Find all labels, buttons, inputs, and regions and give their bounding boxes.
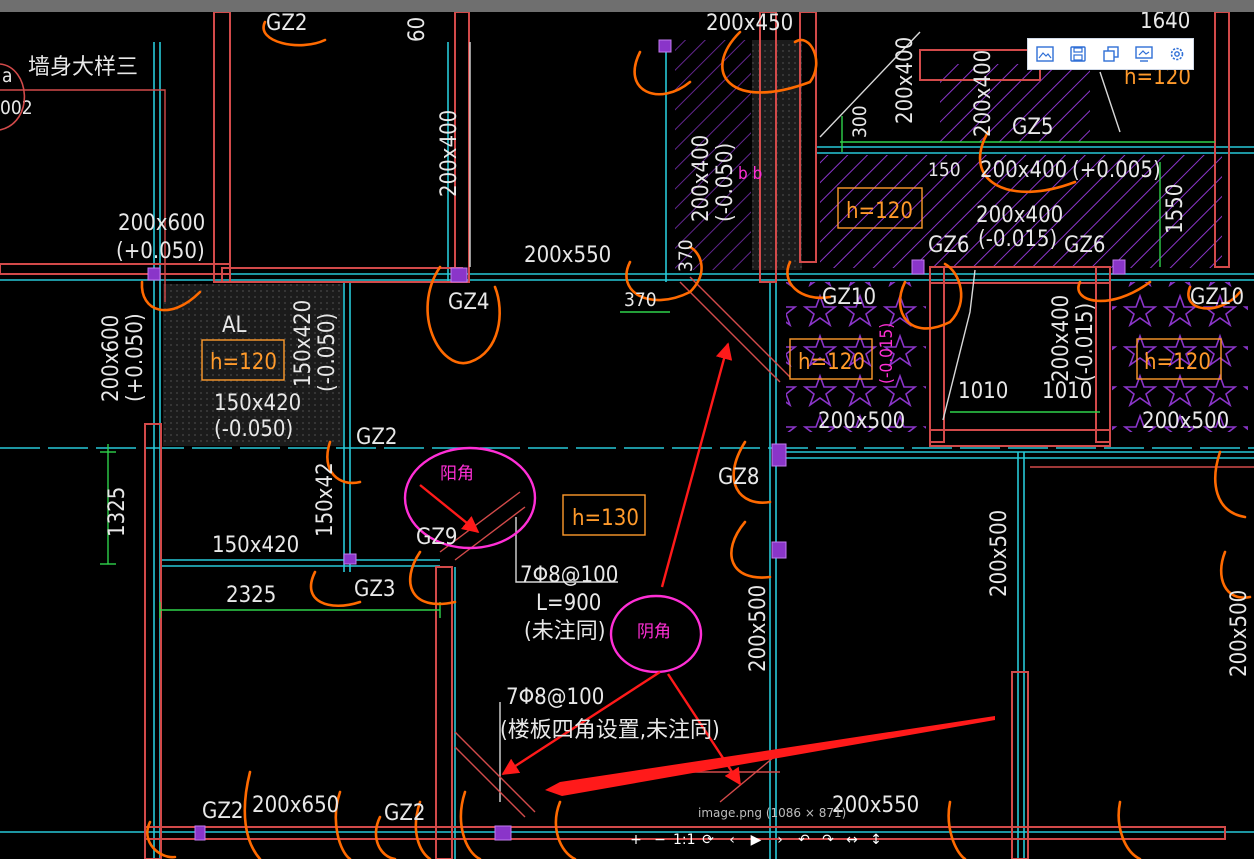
rebar-note: (楼板四角设置,未注同) [500,718,720,743]
beam-label: 200x450 [706,12,793,36]
cad-drawing: 墙身大样三 a 002 GZ2 200x600 (+0.050) 200x600… [0,12,1254,859]
dimension-label: 370 [675,239,697,272]
slab-label: h=120 [1144,350,1211,375]
beam-label: 200x500 [818,409,905,434]
dimension-label: 2325 [226,583,276,608]
column-label: GZ10 [822,285,876,310]
copy-icon[interactable] [1100,43,1122,65]
red-outline [0,89,166,302]
beam-label: 200x400 [689,135,714,222]
slab-label: h=120 [798,350,865,375]
beam-elevation: (+0.050) [116,239,205,264]
slab-label: h=120 [846,199,913,224]
dimension-label: 1010 [1042,379,1092,404]
beam-label: 150x420 [214,391,301,416]
actual-size-button[interactable]: 1:1 [673,832,696,848]
viewer-controls: + − 1:1 ⟳ ‹ ▶ › ↶ ↷ ↔ ↕ [625,826,915,854]
flip-vertical-button[interactable]: ↕ [865,832,887,848]
label-al: AL [222,313,247,338]
column-label: GZ10 [1190,285,1244,310]
beam-label: 200x500 [1227,590,1252,677]
beam-elevation: (-0.050) [315,313,340,392]
dimension-label: 370 [624,289,657,311]
column-label: GZ8 [718,465,760,490]
slab-label: h=120 [210,350,277,375]
beam-label: 200x500 [987,510,1012,597]
image-icon[interactable] [1034,43,1056,65]
beam-label: 150x420 [212,533,299,558]
dimension-label: 1325 [105,487,130,537]
rotate-left-button[interactable]: ↶ [793,832,815,848]
column-label: GZ3 [354,577,396,602]
beam-label: 150x420 [291,300,316,387]
beam-label: 200x600 [118,211,205,236]
dimension-label: 1640 [1140,12,1190,34]
zoom-in-button[interactable]: + [625,832,647,848]
beam-elevation: (-0.015) [978,227,1057,252]
rebar-note: 7Φ8@100 [520,563,618,588]
column-label: GZ4 [448,290,490,315]
rebar-note: L=900 [536,591,601,616]
beam-label: 200x400 [1049,295,1074,382]
rotate-button[interactable]: ⟳ [697,832,719,848]
beam-label: 200x400 [976,203,1063,228]
column-label: GZ2 [202,799,244,824]
image-info-label: image.png (1086 × 871) [698,806,847,820]
top-frame-bar [0,0,1254,12]
beam-elevation: (+0.050) [123,313,148,402]
play-button[interactable]: ▶ [745,832,767,848]
beam-elevation: (-0.015) [877,323,897,384]
beam-label: 200x400 [980,158,1067,183]
beam-label: 200x650 [252,793,339,818]
next-button[interactable]: › [769,832,791,848]
column-label: GZ2 [384,801,426,826]
dimension-label: 1550 [1163,184,1188,234]
dimension-label: 300 [849,105,871,138]
annotation-yangjiao: 阳角 [440,464,474,484]
beam-elevation: (+0.005) [1072,158,1161,183]
beam-elevation: (-0.050) [214,417,293,442]
rotate-right-button[interactable]: ↷ [817,832,839,848]
slab-label: h=130 [572,506,639,531]
drawing-title: 墙身大样三 [28,55,138,80]
beam-elevation: (-0.050) [713,143,738,222]
save-icon[interactable] [1067,43,1089,65]
column-label: GZ9 [416,525,458,550]
column-label: GZ5 [1012,115,1054,140]
column-label: GZ6 [1064,233,1106,258]
beam-label: 200x500 [1142,409,1229,434]
beam-elevation: (-0.015) [1073,303,1098,382]
dimension-label: 60 [405,17,430,42]
column-label: GZ6 [928,233,970,258]
rebar-note: (未注同) [524,619,605,644]
flip-horizontal-button[interactable]: ↔ [841,832,863,848]
column-label: GZ2 [356,425,398,450]
rebar-note: 7Φ8@100 [506,685,604,710]
label-bb: b b [738,164,762,184]
beam-label: 200x400 [971,50,996,137]
beam-label: 200x400 [437,110,462,197]
image-toolbar [1027,38,1194,70]
beam-label: 200x500 [746,585,771,672]
dimension-label: 1010 [958,379,1008,404]
dimension-label: 150 [928,159,961,181]
edge-label: 002 [0,97,33,119]
column-label: GZ2 [266,12,308,36]
gear-icon[interactable] [1166,43,1188,65]
beam-label: 200x600 [99,315,124,402]
beam-label: 200x400 [893,37,918,124]
annotation-yinjiao: 阴角 [637,622,671,642]
beam-label: 200x550 [524,243,611,268]
beam-label: 150x42 [313,462,338,537]
zoom-out-button[interactable]: − [649,832,671,848]
previous-button[interactable]: ‹ [721,832,743,848]
screen-icon[interactable] [1133,43,1155,65]
